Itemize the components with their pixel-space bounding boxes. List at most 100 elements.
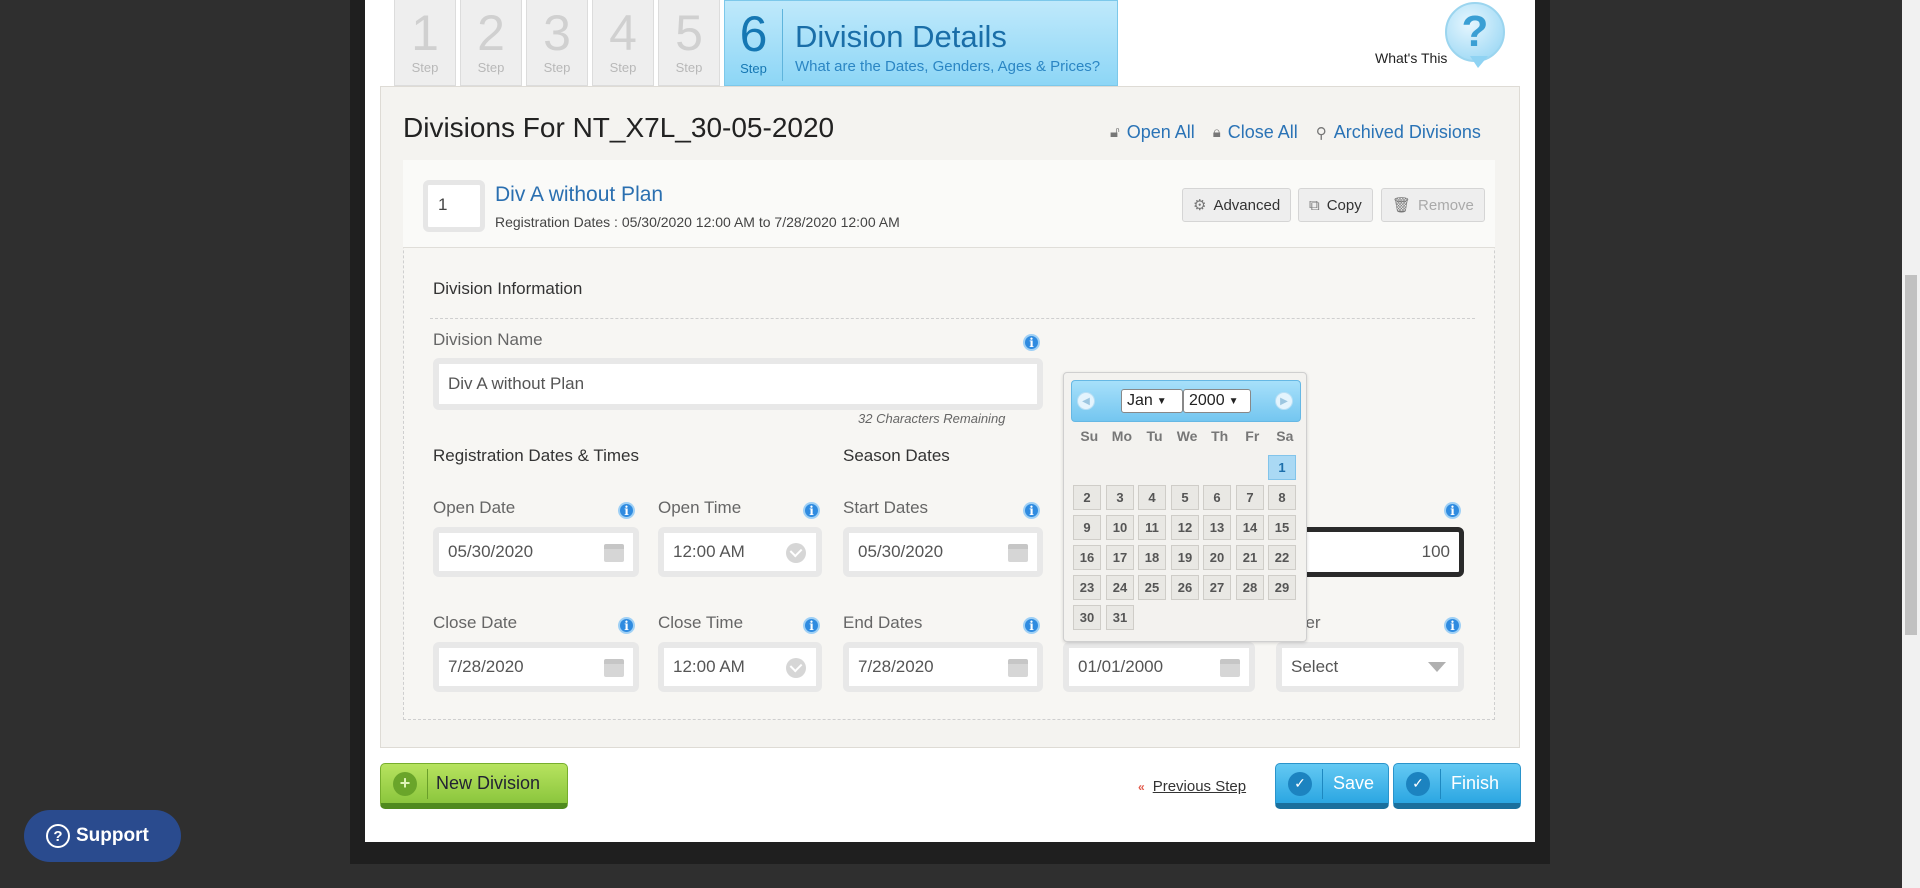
calendar-day[interactable]: 25	[1138, 575, 1166, 600]
clock-icon[interactable]	[786, 543, 806, 563]
weekday-header: Su Mo Tu We Th Fr Sa	[1073, 428, 1301, 444]
calendar-icon[interactable]	[1008, 544, 1028, 562]
calendar-day[interactable]: 23	[1073, 575, 1101, 600]
new-division-button[interactable]: + New Division	[380, 763, 568, 809]
calendar-day[interactable]: 27	[1203, 575, 1231, 600]
division-name-input[interactable]: Div A without Plan	[433, 358, 1043, 410]
end-dates-input[interactable]: 7/28/2020	[843, 642, 1043, 692]
whats-this-link[interactable]: What's This	[1375, 50, 1447, 66]
gender-info-icon[interactable]: i	[1444, 617, 1461, 634]
open-date-input[interactable]: 05/30/2020	[433, 527, 639, 577]
calendar-day[interactable]: 3	[1106, 485, 1134, 510]
step-6-active[interactable]: 6 Step Division Details What are the Dat…	[724, 0, 1118, 86]
calendar-day[interactable]: 10	[1106, 515, 1134, 540]
support-button[interactable]: ? Support	[24, 810, 181, 862]
calendar-day[interactable]: 5	[1171, 485, 1199, 510]
scrollbar-thumb[interactable]	[1905, 275, 1917, 635]
calendar-day[interactable]: 9	[1073, 515, 1101, 540]
step-4[interactable]: 4 Step	[592, 0, 654, 86]
open-all-link[interactable]: 🔓︎ Open All	[1110, 122, 1195, 143]
help-question-icon[interactable]: ?	[1445, 2, 1505, 62]
dates-prefix: Registration Dates :	[495, 214, 622, 230]
close-date-info-icon[interactable]: i	[618, 617, 635, 634]
close-time-input[interactable]: 12:00 AM	[658, 642, 822, 692]
calendar-day[interactable]: 28	[1236, 575, 1264, 600]
previous-step-link[interactable]: « Previous Step	[1138, 778, 1246, 795]
calendar-day[interactable]: 17	[1106, 545, 1134, 570]
step-1[interactable]: 1 Step	[394, 0, 456, 86]
division-name-info-icon[interactable]: i	[1023, 334, 1040, 351]
copy-button[interactable]: ⧉ Copy	[1298, 188, 1373, 222]
step-2[interactable]: 2 Step	[460, 0, 522, 86]
open-time-info-icon[interactable]: i	[803, 502, 820, 519]
chevron-down-icon	[1428, 662, 1446, 672]
page-title: Divisions For NT_X7L_30-05-2020	[403, 112, 835, 143]
weekday-label: Th	[1211, 428, 1229, 444]
calendar-day[interactable]: 13	[1203, 515, 1231, 540]
open-date-info-icon[interactable]: i	[618, 502, 635, 519]
advanced-button[interactable]: ⚙ Advanced	[1182, 188, 1292, 222]
month-select[interactable]: Jan ▼	[1121, 389, 1183, 413]
calendar-day[interactable]: 20	[1203, 545, 1231, 570]
calendar-day[interactable]: 12	[1171, 515, 1199, 540]
capacity-info-icon[interactable]: i	[1444, 502, 1461, 519]
calendar-day[interactable]: 31	[1106, 605, 1134, 630]
division-name-title[interactable]: Div A without Plan	[495, 183, 663, 207]
calendar-day[interactable]: 15	[1268, 515, 1296, 540]
close-time-info-icon[interactable]: i	[803, 617, 820, 634]
previous-month-icon[interactable]: ◀	[1077, 392, 1095, 410]
calendar-icon[interactable]	[604, 659, 624, 677]
close-all-link[interactable]: 🔒︎ Close All	[1213, 122, 1298, 143]
calendar-day[interactable]: 26	[1171, 575, 1199, 600]
open-time-input[interactable]: 12:00 AM	[658, 527, 822, 577]
calendar-day[interactable]: 6	[1203, 485, 1231, 510]
weekday-label: Sa	[1276, 428, 1294, 444]
calendar-day[interactable]: 21	[1236, 545, 1264, 570]
calendar-day[interactable]: 16	[1073, 545, 1101, 570]
archived-divisions-link[interactable]: ⚲ Archived Divisions	[1316, 122, 1481, 143]
section-divider	[430, 318, 1475, 319]
next-month-icon[interactable]: ▶	[1275, 392, 1293, 410]
step-number: 4	[609, 5, 637, 61]
calendar-icon[interactable]	[1220, 659, 1240, 677]
year-select[interactable]: 2000 ▼	[1183, 389, 1251, 413]
remove-button[interactable]: 🗑︎ Remove	[1381, 188, 1485, 222]
division-information-heading: Division Information	[433, 279, 583, 298]
calendar-day[interactable]: 29	[1268, 575, 1296, 600]
step-5[interactable]: 5 Step	[658, 0, 720, 86]
step-number: 3	[543, 5, 571, 61]
close-time-label: Close Time	[658, 613, 744, 632]
close-date-input[interactable]: 7/28/2020	[433, 642, 639, 692]
end-dates-info-icon[interactable]: i	[1023, 617, 1040, 634]
calendar-day[interactable]: 8	[1268, 485, 1296, 510]
calendar-day[interactable]: 22	[1268, 545, 1296, 570]
step-number: 1	[411, 5, 439, 61]
finish-button[interactable]: ✓ Finish	[1393, 763, 1521, 809]
weekday-label: Mo	[1111, 428, 1132, 444]
step-3[interactable]: 3 Step	[526, 0, 588, 86]
calendar-day[interactable]: 18	[1138, 545, 1166, 570]
calendar-day[interactable]: 2	[1073, 485, 1101, 510]
gender-select[interactable]: Select	[1276, 642, 1464, 692]
double-chevron-left-icon: «	[1138, 779, 1145, 794]
save-button[interactable]: ✓ Save	[1275, 763, 1389, 809]
calendar-icon[interactable]	[604, 544, 624, 562]
weekday-label: Tu	[1146, 428, 1163, 444]
weekday-label: Fr	[1245, 428, 1260, 444]
calendar-day[interactable]: 1	[1268, 455, 1296, 480]
calendar-day[interactable]: 7	[1236, 485, 1264, 510]
calendar-icon[interactable]	[1008, 659, 1028, 677]
calendar-day[interactable]: 11	[1138, 515, 1166, 540]
calendar-day[interactable]: 14	[1236, 515, 1264, 540]
birth-date-input[interactable]: 01/01/2000	[1063, 642, 1255, 692]
division-order-input[interactable]: 1	[423, 180, 485, 232]
calendar-day[interactable]: 30	[1073, 605, 1101, 630]
calendar-day[interactable]: 4	[1138, 485, 1166, 510]
clock-icon[interactable]	[786, 658, 806, 678]
open-date-value: 05/30/2020	[448, 542, 534, 561]
start-dates-input[interactable]: 05/30/2020	[843, 527, 1043, 577]
start-dates-info-icon[interactable]: i	[1023, 502, 1040, 519]
calendar-day[interactable]: 19	[1171, 545, 1199, 570]
calendar-day[interactable]: 24	[1106, 575, 1134, 600]
vertical-scrollbar[interactable]	[1902, 0, 1920, 888]
